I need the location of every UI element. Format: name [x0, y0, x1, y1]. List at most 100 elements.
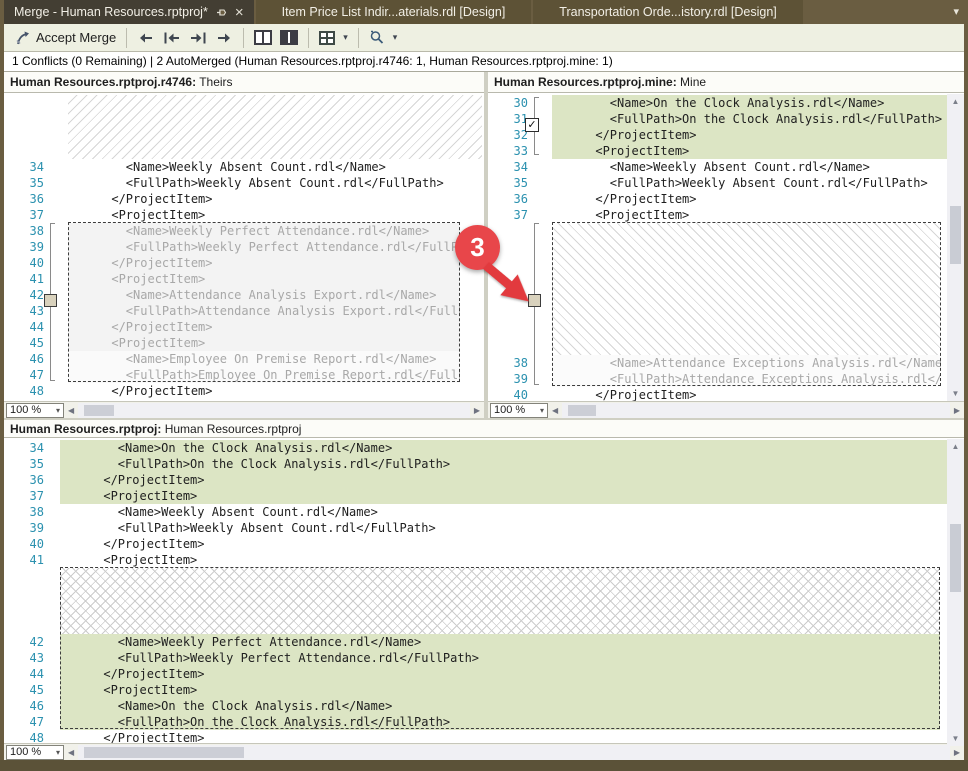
alignment-hatch-block	[60, 568, 940, 634]
code-line: 39 <FullPath>Weekly Perfect Attendance.r…	[4, 239, 484, 255]
prev-change-button[interactable]	[133, 28, 158, 48]
vertical-scrollbar[interactable]: ▲ ▼	[947, 94, 964, 401]
pane-mine-scrollrow: 100 % ▾ ◀ ▶	[488, 401, 964, 418]
code-text: <Name>On the Clock Analysis.rdl</Name>	[60, 698, 940, 714]
code-line: 36 </ProjectItem>	[488, 191, 947, 207]
line-number: 30	[513, 96, 528, 110]
line-number: 46	[29, 352, 44, 366]
code-line: 34 <Name>On the Clock Analysis.rdl</Name…	[4, 440, 947, 456]
two-pane-view-selected-button[interactable]	[276, 28, 302, 47]
code-line: 46 <Name>On the Clock Analysis.rdl</Name…	[4, 698, 947, 714]
code-text: <Name>On the Clock Analysis.rdl</Name>	[552, 95, 947, 111]
code-text: </ProjectItem>	[60, 472, 947, 488]
accept-merge-label: Accept Merge	[36, 30, 117, 45]
code-text: <ProjectItem>	[552, 208, 690, 222]
tab-item-price-list[interactable]: Item Price List Indir...aterials.rdl [De…	[255, 0, 532, 24]
pin-icon[interactable]	[216, 7, 227, 18]
merge-change-handle[interactable]	[44, 294, 57, 307]
pane-result-editor[interactable]: 34 <Name>On the Clock Analysis.rdl</Name…	[4, 439, 964, 746]
accept-change-checkbox[interactable]: ✓	[525, 118, 539, 132]
scroll-right-icon[interactable]: ▶	[950, 406, 964, 415]
zoom-caret-icon: ▾	[539, 405, 544, 415]
pane-result-filename: Human Resources.rptproj:	[10, 422, 162, 436]
scroll-right-icon[interactable]: ▶	[950, 748, 964, 757]
horizontal-scrollbar[interactable]	[78, 402, 470, 418]
line-number: 41	[29, 272, 44, 286]
horizontal-scrollbar[interactable]	[562, 402, 950, 418]
next-change-button[interactable]	[212, 28, 237, 48]
code-line: 39 <FullPath>Weekly Absent Count.rdl</Fu…	[4, 520, 947, 536]
accept-merge-button[interactable]: Accept Merge	[11, 28, 120, 48]
close-icon[interactable]: ×	[235, 5, 244, 20]
zoom-value: 100 %	[494, 404, 526, 416]
code-line: 38 <Name>Weekly Perfect Attendance.rdl</…	[4, 223, 484, 239]
zoom-select[interactable]: 100 % ▾	[6, 402, 64, 418]
code-line: 42 <Name>Weekly Perfect Attendance.rdl</…	[4, 634, 947, 650]
code-text: <ProjectItem>	[60, 682, 940, 698]
scroll-thumb[interactable]	[568, 404, 597, 416]
code-text: </ProjectItem>	[552, 127, 947, 143]
line-number: 37	[29, 208, 44, 222]
code-line: 37 <ProjectItem>	[488, 207, 947, 223]
code-text: <Name>Weekly Perfect Attendance.rdl</Nam…	[60, 634, 940, 650]
scroll-thumb[interactable]	[84, 404, 115, 416]
scroll-thumb[interactable]	[950, 206, 961, 264]
arrow-left-icon	[140, 33, 153, 42]
zoom-select[interactable]: 100 % ▾	[490, 402, 548, 418]
tab-transportation-order[interactable]: Transportation Orde...istory.rdl [Design…	[533, 0, 803, 24]
pane-theirs-editor[interactable]: 34 <Name>Weekly Absent Count.rdl</Name> 3…	[4, 94, 484, 401]
layout-grid-icon	[319, 30, 336, 45]
code-line: 39 <FullPath>Attendance Exceptions Analy…	[488, 371, 947, 387]
code-text: <FullPath>On the Clock Analysis.rdl</Ful…	[60, 456, 947, 472]
line-number: 36	[29, 192, 44, 206]
document-tab-bar: Merge - Human Resources.rptproj* × Item …	[0, 0, 968, 24]
line-number: 33	[513, 144, 528, 158]
line-number: 38	[29, 224, 44, 238]
line-number: 47	[29, 368, 44, 382]
zoom-select[interactable]: 100 % ▾	[6, 744, 64, 760]
code-line: 37 <ProjectItem>	[4, 207, 484, 223]
code-line: 36 </ProjectItem>	[4, 191, 484, 207]
tab-merge-human-resources[interactable]: Merge - Human Resources.rptproj* ×	[4, 0, 254, 24]
code-line: 35 <FullPath>On the Clock Analysis.rdl</…	[4, 456, 947, 472]
scroll-left-icon[interactable]: ◀	[548, 406, 562, 415]
scroll-up-icon[interactable]: ▲	[947, 439, 964, 454]
line-number: 47	[29, 715, 44, 729]
scroll-left-icon[interactable]: ◀	[64, 406, 78, 415]
scroll-thumb[interactable]	[950, 524, 961, 592]
tab-label: Merge - Human Resources.rptproj*	[14, 5, 208, 19]
pane-mine-editor[interactable]: 30 <Name>On the Clock Analysis.rdl</Name…	[488, 94, 964, 401]
scroll-thumb[interactable]	[84, 746, 245, 758]
zoom-options-button[interactable]: ▾	[365, 28, 402, 48]
alignment-hatch-block	[552, 223, 941, 355]
merge-window: Merge - Human Resources.rptproj* × Item …	[0, 0, 968, 771]
two-pane-view-button[interactable]	[250, 28, 276, 47]
code-text: <FullPath>Weekly Perfect Attendance.rdl<…	[60, 650, 940, 666]
line-number: 38	[29, 505, 44, 519]
scroll-up-icon[interactable]: ▲	[947, 94, 964, 109]
code-line: 48 </ProjectItem>	[4, 383, 484, 399]
toolbar-separator	[243, 27, 245, 48]
line-number: 42	[29, 635, 44, 649]
line-number: 40	[29, 537, 44, 551]
zoom-caret-icon: ▾	[55, 405, 60, 415]
code-line: 36 </ProjectItem>	[4, 472, 947, 488]
tab-list-dropdown-icon[interactable]: ▾	[953, 5, 959, 18]
code-text: <ProjectItem>	[68, 271, 460, 287]
horizontal-scrollbar[interactable]	[78, 744, 950, 760]
pane-result: Human Resources.rptproj: Human Resources…	[4, 420, 964, 760]
last-conflict-button[interactable]	[185, 28, 212, 48]
zoom-value: 100 %	[10, 404, 42, 416]
scroll-left-icon[interactable]: ◀	[64, 748, 78, 757]
first-conflict-button[interactable]	[158, 28, 185, 48]
zoom-caret-icon: ▾	[55, 747, 60, 757]
layout-options-button[interactable]: ▾	[315, 29, 352, 47]
scroll-right-icon[interactable]: ▶	[470, 406, 484, 415]
code-line: 44 </ProjectItem>	[4, 666, 947, 682]
vertical-scrollbar[interactable]: ▲ ▼	[947, 439, 964, 746]
arrow-right-icon	[218, 33, 231, 42]
code-text: <FullPath>Weekly Absent Count.rdl</FullP…	[68, 176, 444, 190]
scroll-down-icon[interactable]: ▼	[947, 386, 964, 401]
scroll-down-icon[interactable]: ▼	[947, 731, 964, 746]
line-number: 48	[29, 384, 44, 398]
